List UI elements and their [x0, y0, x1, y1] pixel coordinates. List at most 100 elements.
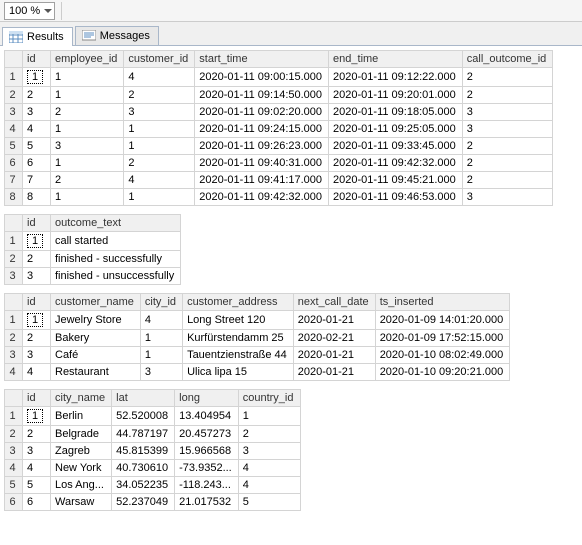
cell[interactable]: 52.520008	[112, 407, 175, 426]
cell[interactable]: 2	[462, 138, 553, 155]
column-header[interactable]: city_name	[51, 390, 112, 407]
cell[interactable]: 1	[51, 68, 124, 87]
cell[interactable]: 1	[51, 121, 124, 138]
column-header[interactable]: customer_address	[183, 294, 294, 311]
row-number[interactable]: 2	[5, 330, 23, 347]
row-number[interactable]: 3	[5, 104, 23, 121]
cell[interactable]: 1	[124, 189, 195, 206]
cell[interactable]: 2020-01-11 09:46:53.000	[329, 189, 463, 206]
cell[interactable]: 1	[51, 87, 124, 104]
cell[interactable]: 4	[238, 477, 300, 494]
cell[interactable]: 5	[238, 494, 300, 511]
cell[interactable]: 2020-01-11 09:26:23.000	[195, 138, 329, 155]
cell[interactable]: 2020-01-09 17:52:15.000	[375, 330, 510, 347]
cell[interactable]: call started	[51, 232, 181, 251]
column-header[interactable]: start_time	[195, 51, 329, 68]
row-number[interactable]: 1	[5, 232, 23, 251]
cell[interactable]: 5	[23, 477, 51, 494]
cell[interactable]: 4	[23, 364, 51, 381]
cell[interactable]: Los Ang...	[51, 477, 112, 494]
cell[interactable]: 3	[462, 104, 553, 121]
row-number[interactable]: 2	[5, 251, 23, 268]
cell[interactable]: 2	[462, 68, 553, 87]
cell[interactable]: 2020-01-11 09:02:20.000	[195, 104, 329, 121]
cell[interactable]: 34.052235	[112, 477, 175, 494]
cell[interactable]: 3	[23, 268, 51, 285]
table-row[interactable]: 55Los Ang...34.052235-118.243...4	[5, 477, 301, 494]
row-number[interactable]: 3	[5, 347, 23, 364]
column-header[interactable]: outcome_text	[51, 215, 181, 232]
column-header[interactable]: call_outcome_id	[462, 51, 553, 68]
cell[interactable]: 20.457273	[175, 426, 239, 443]
column-header[interactable]: lat	[112, 390, 175, 407]
cell[interactable]: 3	[462, 189, 553, 206]
row-number[interactable]: 1	[5, 311, 23, 330]
cell[interactable]: 8	[23, 189, 51, 206]
cell[interactable]: 3	[23, 347, 51, 364]
cell[interactable]: 3	[140, 364, 182, 381]
cell[interactable]: 2	[462, 172, 553, 189]
table-row[interactable]: 66122020-01-11 09:40:31.0002020-01-11 09…	[5, 155, 553, 172]
row-number[interactable]: 6	[5, 155, 23, 172]
cell[interactable]: 1	[23, 68, 51, 87]
cell[interactable]: 2020-02-21	[293, 330, 375, 347]
table-row[interactable]: 11call started	[5, 232, 181, 251]
column-header[interactable]: id	[23, 215, 51, 232]
result-grid[interactable]: idoutcome_text11call started22finished -…	[4, 214, 181, 285]
table-row[interactable]: 33finished - unsuccessfully	[5, 268, 181, 285]
zoom-dropdown[interactable]: 100 %	[4, 2, 55, 20]
table-row[interactable]: 11Berlin52.52000813.4049541	[5, 407, 301, 426]
cell[interactable]: 4	[23, 460, 51, 477]
column-header[interactable]: employee_id	[51, 51, 124, 68]
table-row[interactable]: 66Warsaw52.23704921.0175325	[5, 494, 301, 511]
cell[interactable]: 6	[23, 155, 51, 172]
cell[interactable]: 2020-01-11 09:00:15.000	[195, 68, 329, 87]
cell[interactable]: 2020-01-11 09:25:05.000	[329, 121, 463, 138]
table-row[interactable]: 55312020-01-11 09:26:23.0002020-01-11 09…	[5, 138, 553, 155]
cell[interactable]: Jewelry Store	[51, 311, 141, 330]
cell[interactable]: finished - unsuccessfully	[51, 268, 181, 285]
cell[interactable]: 3	[51, 138, 124, 155]
cell[interactable]: 40.730610	[112, 460, 175, 477]
cell[interactable]: 2020-01-11 09:42:32.000	[329, 155, 463, 172]
cell[interactable]: 4	[140, 311, 182, 330]
cell[interactable]: 5	[23, 138, 51, 155]
table-row[interactable]: 33Café1Tauentzienstraße 442020-01-212020…	[5, 347, 510, 364]
cell[interactable]: 2	[23, 426, 51, 443]
table-row[interactable]: 44112020-01-11 09:24:15.0002020-01-11 09…	[5, 121, 553, 138]
cell[interactable]: -118.243...	[175, 477, 239, 494]
column-header[interactable]: next_call_date	[293, 294, 375, 311]
cell[interactable]: 2020-01-11 09:45:21.000	[329, 172, 463, 189]
cell[interactable]: 4	[124, 172, 195, 189]
cell[interactable]: 2	[124, 87, 195, 104]
column-header[interactable]: end_time	[329, 51, 463, 68]
cell[interactable]: 1	[238, 407, 300, 426]
column-header[interactable]: long	[175, 390, 239, 407]
cell[interactable]: 1	[140, 347, 182, 364]
cell[interactable]: 1	[23, 232, 51, 251]
row-number[interactable]: 3	[5, 443, 23, 460]
cell[interactable]: 2020-01-10 09:20:21.000	[375, 364, 510, 381]
table-row[interactable]: 22Bakery1Kurfürstendamm 252020-02-212020…	[5, 330, 510, 347]
cell[interactable]: 1	[140, 330, 182, 347]
cell[interactable]: 4	[124, 68, 195, 87]
cell[interactable]: Tauentzienstraße 44	[183, 347, 294, 364]
row-number[interactable]: 2	[5, 426, 23, 443]
cell[interactable]: 15.966568	[175, 443, 239, 460]
row-number[interactable]: 4	[5, 460, 23, 477]
cell[interactable]: 1	[23, 407, 51, 426]
row-number[interactable]: 4	[5, 364, 23, 381]
cell[interactable]: Ulica lipa 15	[183, 364, 294, 381]
cell[interactable]: 1	[23, 311, 51, 330]
cell[interactable]: New York	[51, 460, 112, 477]
row-number[interactable]: 4	[5, 121, 23, 138]
cell[interactable]: 6	[23, 494, 51, 511]
column-header[interactable]: id	[23, 51, 51, 68]
column-header[interactable]: customer_name	[51, 294, 141, 311]
cell[interactable]: 2	[124, 155, 195, 172]
cell[interactable]: 2020-01-21	[293, 311, 375, 330]
column-header[interactable]: ts_inserted	[375, 294, 510, 311]
cell[interactable]: 3	[23, 443, 51, 460]
table-row[interactable]: 22Belgrade44.78719720.4572732	[5, 426, 301, 443]
table-row[interactable]: 22finished - successfully	[5, 251, 181, 268]
